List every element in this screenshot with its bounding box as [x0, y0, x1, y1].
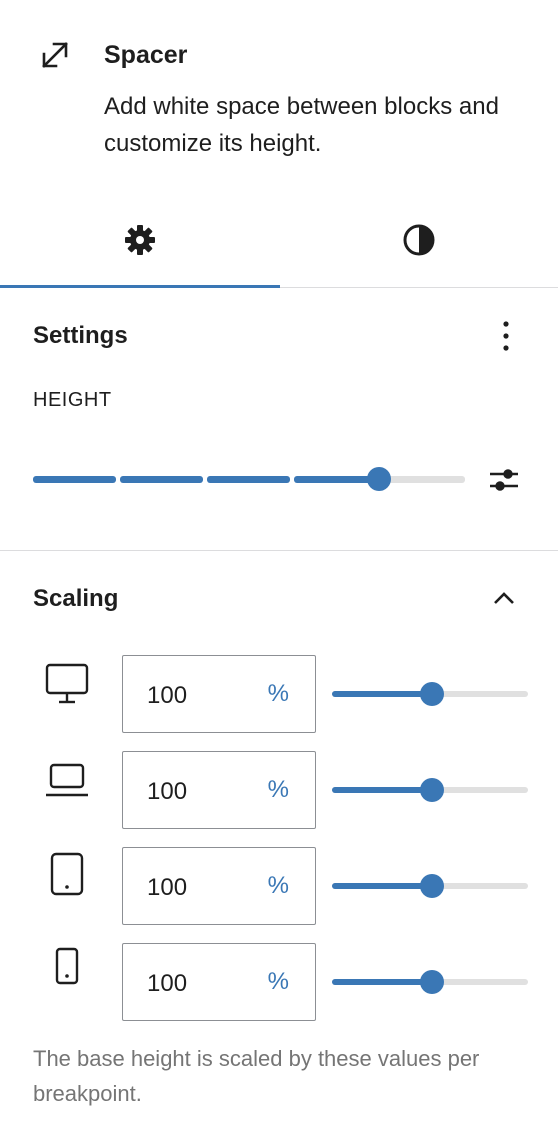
scaling-row-tablet: 100 % [0, 847, 558, 927]
more-options-icon[interactable] [492, 318, 520, 354]
scaling-row-mobile: 100 % [0, 943, 558, 1023]
height-label: HEIGHT [33, 389, 112, 411]
scaling-panel: Scaling 100 % 100 % 100 % 100 % The base… [0, 551, 558, 1140]
slider-fill [332, 979, 430, 985]
slider-fill [332, 883, 430, 889]
scale-unit: % [267, 872, 289, 899]
slider-thumb[interactable] [420, 682, 444, 706]
tab-settings[interactable] [0, 200, 280, 288]
scale-slider-mobile[interactable] [332, 969, 528, 995]
chevron-up-icon[interactable] [490, 585, 518, 613]
block-description: Add white space between blocks and custo… [104, 93, 499, 157]
height-slider[interactable] [33, 464, 465, 494]
scale-unit: % [267, 680, 289, 707]
gear-icon [124, 225, 155, 255]
scale-unit: % [267, 968, 289, 995]
block-title: Spacer [104, 41, 188, 69]
settings-panel: Settings HEIGHT [0, 288, 558, 551]
scale-value: 100 [147, 682, 188, 709]
scale-unit: % [267, 776, 289, 803]
inspector-tabs [0, 200, 558, 288]
slider-thumb[interactable] [420, 970, 444, 994]
block-card: Spacer Add white space between blocks an… [0, 0, 558, 200]
scale-input-tablet[interactable]: 100 % [122, 847, 316, 925]
scaling-row-desktop: 100 % [0, 655, 558, 735]
tablet-icon [50, 852, 84, 896]
slider-fill [332, 787, 430, 793]
scale-slider-tablet[interactable] [332, 873, 528, 899]
slider-thumb[interactable] [420, 874, 444, 898]
height-slider-track [379, 476, 465, 483]
laptop-icon [46, 763, 88, 797]
resize-arrows-icon [42, 42, 68, 68]
scaling-help-text: The base height is scaled by these value… [33, 1046, 480, 1106]
half-circle-contrast-icon [403, 224, 434, 256]
scale-value: 100 [147, 874, 188, 901]
height-slider-segment [33, 476, 116, 483]
height-slider-segment [120, 476, 203, 483]
settings-panel-title: Settings [33, 322, 128, 349]
scaling-panel-title[interactable]: Scaling [33, 584, 118, 614]
scale-input-mobile[interactable]: 100 % [122, 943, 316, 1021]
scale-input-desktop[interactable]: 100 % [122, 655, 316, 733]
scale-slider-desktop[interactable] [332, 681, 528, 707]
slider-thumb[interactable] [420, 778, 444, 802]
scale-input-laptop[interactable]: 100 % [122, 751, 316, 829]
scale-value: 100 [147, 970, 188, 997]
slider-fill [332, 691, 430, 697]
height-slider-segment [207, 476, 290, 483]
scaling-row-laptop: 100 % [0, 751, 558, 831]
custom-size-toggle-icon[interactable] [486, 462, 522, 498]
mobile-icon [55, 947, 79, 985]
tab-styles[interactable] [279, 200, 558, 287]
scale-slider-laptop[interactable] [332, 777, 528, 803]
height-slider-thumb[interactable] [367, 467, 391, 491]
scale-value: 100 [147, 778, 188, 805]
desktop-icon [45, 663, 89, 704]
